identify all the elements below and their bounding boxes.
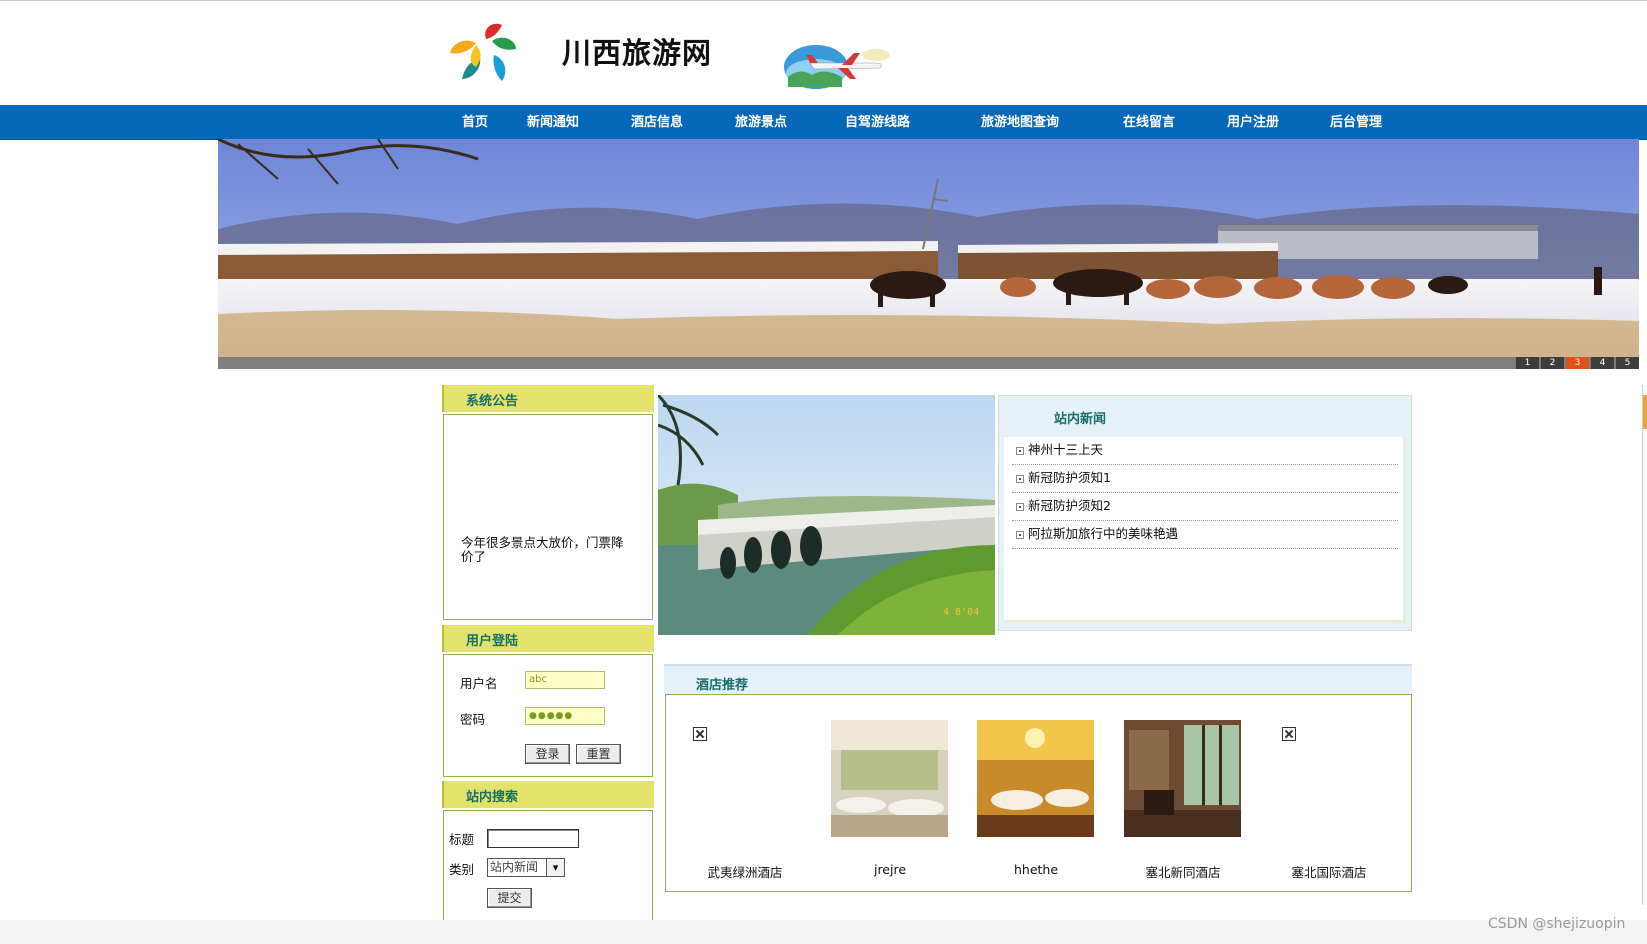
login-panel-header: 用户登陆 <box>442 625 654 652</box>
nav-item-home[interactable]: 首页 <box>462 105 488 140</box>
bullet-icon <box>1016 531 1024 539</box>
notice-panel: 今年很多景点大放价，门票降价了 <box>443 414 653 620</box>
broken-image-icon[interactable] <box>693 727 707 741</box>
news-list: 神州十三上天 新冠防护须知1 新冠防护须知2 阿拉斯加旅行中的美味艳遇 <box>1004 437 1406 623</box>
hotel-image-banquet-gold[interactable] <box>977 720 1094 837</box>
nav-item-drive-routes[interactable]: 自驾游线路 <box>845 105 910 140</box>
news-item[interactable]: 阿拉斯加旅行中的美味艳遇 <box>1012 521 1398 549</box>
banner-page-1[interactable]: 1 <box>1515 357 1539 369</box>
hotel-image-restaurant[interactable] <box>1124 720 1241 837</box>
news-item-title: 新冠防护须知2 <box>1028 498 1111 513</box>
site-title: 川西旅游网 <box>562 36 713 70</box>
search-panel: 标题 类别 站内新闻 ▾ 提交 <box>443 810 653 922</box>
news-item[interactable]: 新冠防护须知1 <box>1012 465 1398 493</box>
hotel-panel-header: 酒店推荐 <box>664 664 1412 694</box>
nav-item-messages[interactable]: 在线留言 <box>1123 105 1175 140</box>
nav-item-map[interactable]: 旅游地图查询 <box>981 105 1059 140</box>
password-label: 密码 <box>460 712 486 727</box>
hotel-panel-title: 酒店推荐 <box>696 678 749 693</box>
username-input[interactable]: abc <box>525 671 605 689</box>
search-submit-button[interactable]: 提交 <box>487 888 532 908</box>
banner-page-4[interactable]: 4 <box>1590 357 1614 369</box>
hotel-name[interactable]: 武夷绿洲酒店 <box>675 862 815 881</box>
bullet-icon <box>1016 475 1024 483</box>
news-item-title: 神州十三上天 <box>1028 442 1104 457</box>
hotel-recommend-panel: 武夷绿洲酒店 jrejre hhethe 塞北新同酒店 塞北国际酒店 <box>665 694 1412 892</box>
banner-image <box>218 139 1639 357</box>
nav-item-register[interactable]: 用户注册 <box>1227 105 1279 140</box>
nav-item-hotels[interactable]: 酒店信息 <box>631 105 683 140</box>
nav-item-admin[interactable]: 后台管理 <box>1330 105 1382 140</box>
nav-item-attractions[interactable]: 旅游景点 <box>735 105 787 140</box>
news-item[interactable]: 新冠防护须知2 <box>1012 493 1398 521</box>
login-button[interactable]: 登录 <box>525 744 570 764</box>
password-input[interactable]: ●●●●● <box>525 707 605 725</box>
main-nav: 首页 新闻通知 酒店信息 旅游景点 自驾游线路 旅游地图查询 在线留言 用户注册… <box>0 105 1647 140</box>
search-category-select[interactable]: 站内新闻 ▾ <box>487 858 565 877</box>
page: 川西旅游网 首页 新闻通知 酒店信息 旅游景点 自驾游线路 旅游地图查询 在线留… <box>0 0 1647 944</box>
page-scrollbar[interactable] <box>1642 385 1647 905</box>
search-title-input[interactable] <box>487 829 579 848</box>
footer-strip <box>0 920 1647 944</box>
hotel-image-banquet-white[interactable] <box>831 720 948 837</box>
search-panel-title: 站内搜索 <box>466 790 519 805</box>
banner-page-2[interactable]: 2 <box>1540 357 1564 369</box>
broken-image-icon[interactable] <box>1282 727 1296 741</box>
news-item[interactable]: 神州十三上天 <box>1012 437 1398 465</box>
search-category-value: 站内新闻 <box>490 860 539 874</box>
search-title-label: 标题 <box>449 832 475 847</box>
bullet-icon <box>1016 503 1024 511</box>
search-panel-header: 站内搜索 <box>442 781 654 808</box>
news-item-title: 新冠防护须知1 <box>1028 470 1111 485</box>
scenic-bridge-image: 4 8'04 <box>658 395 995 635</box>
bullet-icon <box>1016 447 1024 455</box>
nav-item-news[interactable]: 新闻通知 <box>527 105 579 140</box>
banner-pager-bar <box>218 357 1639 369</box>
scrollbar-thumb[interactable] <box>1643 395 1647 429</box>
hotel-name[interactable]: 塞北国际酒店 <box>1259 862 1399 881</box>
reset-button[interactable]: 重置 <box>576 744 621 764</box>
watermark-text: CSDN @shejizuopin <box>1488 916 1626 932</box>
search-category-label: 类别 <box>449 862 475 877</box>
site-news-panel: 站内新闻 神州十三上天 新冠防护须知1 新冠防护须知2 阿拉斯加旅行中的美味艳遇 <box>998 395 1412 631</box>
svg-text:4 8'04: 4 8'04 <box>943 607 979 618</box>
username-label: 用户名 <box>460 676 498 691</box>
hotel-name[interactable]: hhethe <box>966 862 1106 877</box>
banner-page-3[interactable]: 3 <box>1565 357 1589 369</box>
header: 川西旅游网 <box>0 1 1647 105</box>
banner-slideshow[interactable]: 1 2 3 4 5 <box>218 139 1639 369</box>
notice-panel-title: 系统公告 <box>466 394 519 409</box>
airplane-icon <box>784 45 890 89</box>
banner-page-5[interactable]: 5 <box>1615 357 1639 369</box>
hotel-name[interactable]: jrejre <box>820 862 960 877</box>
hotel-name[interactable]: 塞北新同酒店 <box>1113 862 1253 881</box>
logo-star-icon <box>450 23 516 81</box>
login-panel: 用户名 abc 密码 ●●●●● 登录 重置 <box>443 654 653 777</box>
notice-text: 今年很多景点大放价，门票降价了 <box>461 535 624 564</box>
login-panel-title: 用户登陆 <box>466 634 519 649</box>
chevron-down-icon: ▾ <box>546 859 564 876</box>
notice-panel-header: 系统公告 <box>442 385 654 412</box>
news-item-title: 阿拉斯加旅行中的美味艳遇 <box>1028 526 1179 541</box>
news-panel-title: 站内新闻 <box>1054 412 1107 427</box>
